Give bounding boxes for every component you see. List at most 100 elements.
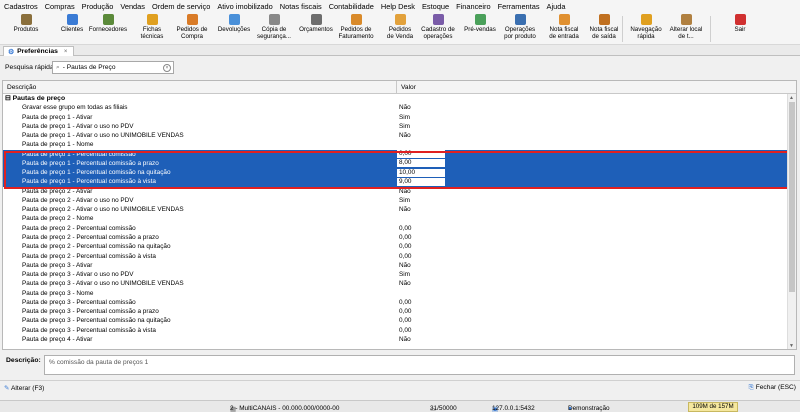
group-row[interactable]: ⊟ Pautas de preço <box>3 94 789 103</box>
table-row[interactable]: Pauta de preço 3 - Ativar Não <box>3 261 789 270</box>
row-value[interactable]: Não <box>399 279 411 288</box>
table-row[interactable]: Gravar esse grupo em todas as filiais Não <box>3 103 789 112</box>
column-header-value[interactable]: Valor <box>401 84 416 91</box>
toolbar-button-10[interactable]: Cadastro de operações <box>418 14 458 40</box>
toolbar-button-7[interactable]: Orçamentos <box>296 14 336 33</box>
table-row[interactable]: Pauta de preço 3 - Percentual comissão 0,… <box>3 298 789 307</box>
box-icon <box>20 14 32 25</box>
toolbar-button-9[interactable]: Pedidos de Venda <box>380 14 420 40</box>
toolbar-button-13[interactable]: Nota fiscal de entrada <box>544 14 584 40</box>
toolbar-button-6[interactable]: Cópia de segurança... <box>254 14 294 40</box>
toolbar-button-11[interactable]: Pré-vendas <box>460 14 500 33</box>
toolbar-button-3[interactable]: Fichas técnicas <box>132 14 172 40</box>
table-row[interactable]: Pauta de preço 1 - Percentual comissão 0,… <box>3 149 789 159</box>
table-row[interactable]: Pauta de preço 3 - Ativar o uso no PDV Si… <box>3 270 789 279</box>
row-value[interactable]: 0,00 <box>399 298 411 307</box>
table-row[interactable]: Pauta de preço 1 - Percentual comissão n… <box>3 168 789 178</box>
row-value[interactable]: Sim <box>399 196 410 205</box>
invoice-icon <box>350 14 362 25</box>
table-row[interactable]: Pauta de preço 2 - Percentual comissão 0,… <box>3 224 789 233</box>
table-row[interactable]: Pauta de preço 1 - Ativar o uso no UNIMO… <box>3 131 789 140</box>
table-row[interactable]: Pauta de preço 1 - Ativar Sim <box>3 113 789 122</box>
row-value[interactable]: Não <box>399 131 411 140</box>
quick-search-input[interactable]: ⌕ - Pautas de Preço × <box>52 61 174 74</box>
table-row[interactable]: Pauta de preço 2 - Ativar o uso no PDV Si… <box>3 196 789 205</box>
row-value[interactable]: 0,00 <box>397 150 445 159</box>
table-row[interactable]: Pauta de preço 3 - Ativar o uso no UNIMO… <box>3 279 789 288</box>
menu-item-3[interactable]: Vendas <box>120 2 145 11</box>
toolbar-button-14[interactable]: Nota fiscal de saída <box>584 14 624 40</box>
row-value[interactable]: 8,00 <box>397 159 445 168</box>
row-description: Pauta de preço 1 - Percentual comissão n… <box>22 169 171 177</box>
menu-item-1[interactable]: Compras <box>45 2 75 11</box>
table-row[interactable]: Pauta de preço 2 - Nome <box>3 214 789 223</box>
menu-item-12[interactable]: Ajuda <box>547 2 566 11</box>
row-value[interactable]: Sim <box>399 113 410 122</box>
menu-item-5[interactable]: Ativo imobilizado <box>217 2 272 11</box>
scroll-up-icon[interactable]: ▲ <box>789 95 794 101</box>
toolbar-button-1[interactable]: Clientes <box>52 14 92 33</box>
toolbar-button-2[interactable]: Fornecedores <box>88 14 128 33</box>
toolbar-button-0[interactable]: Produtos <box>6 14 46 33</box>
row-value[interactable]: Não <box>399 335 411 344</box>
table-row[interactable]: Pauta de preço 1 - Ativar o uso no PDV Si… <box>3 122 789 131</box>
table-row[interactable]: Pauta de preço 3 - Nome <box>3 289 789 298</box>
menu-item-7[interactable]: Contabilidade <box>329 2 374 11</box>
row-value[interactable]: Sim <box>399 122 410 131</box>
table-row[interactable]: Pauta de preço 3 - Percentual comissão n… <box>3 316 789 325</box>
close-tab-icon[interactable]: × <box>64 49 68 55</box>
row-value[interactable]: 10,00 <box>397 168 445 177</box>
column-header-description[interactable]: Descrição <box>7 84 36 91</box>
toolbar-button-16[interactable]: Alterar local de t... <box>666 14 706 40</box>
toolbar-button-17[interactable]: Sair <box>720 14 760 33</box>
close-button[interactable]: ⎘ Fechar (ESC) <box>749 384 796 392</box>
row-value[interactable]: 0,00 <box>399 242 411 251</box>
table-row[interactable]: Pauta de preço 2 - Ativar Não <box>3 187 789 196</box>
row-value[interactable]: 0,00 <box>399 316 411 325</box>
column-divider[interactable] <box>396 81 397 94</box>
scrollbar-thumb[interactable] <box>789 102 795 292</box>
toolbar-button-12[interactable]: Operações por produto <box>500 14 540 40</box>
row-value[interactable]: 0,00 <box>399 307 411 316</box>
row-value[interactable]: 0,00 <box>399 326 411 335</box>
tab-preferencias[interactable]: ⚙ Preferências × <box>3 46 75 56</box>
table-row[interactable]: Pauta de preço 2 - Percentual comissão n… <box>3 242 789 251</box>
table-row[interactable]: Pauta de preço 2 - Percentual comissão à… <box>3 252 789 261</box>
row-value[interactable]: 9,00 <box>397 177 445 186</box>
toolbar-button-8[interactable]: Pedidos de Faturamento <box>336 14 376 40</box>
document-icon <box>146 14 158 25</box>
alter-button[interactable]: ✎ Alterar (F3) <box>4 384 44 392</box>
table-row[interactable]: Pauta de preço 4 - Ativar Não <box>3 335 789 344</box>
row-value[interactable]: Não <box>399 187 411 196</box>
menu-item-4[interactable]: Ordem de serviço <box>152 2 210 11</box>
menu-item-0[interactable]: Cadastros <box>4 2 38 11</box>
scroll-down-icon[interactable]: ▼ <box>789 343 794 349</box>
menu-item-2[interactable]: Produção <box>82 2 114 11</box>
table-row[interactable]: Pauta de preço 1 - Percentual comissão a… <box>3 158 789 169</box>
gear-icon: ⚙ <box>8 48 15 56</box>
table-row[interactable]: Pauta de preço 1 - Nome <box>3 140 789 149</box>
menu-item-11[interactable]: Ferramentas <box>498 2 540 11</box>
toolbar-button-5[interactable]: Devoluções <box>214 14 254 33</box>
row-value[interactable]: 0,00 <box>399 252 411 261</box>
row-value[interactable]: Não <box>399 261 411 270</box>
menu-item-6[interactable]: Notas fiscais <box>280 2 322 11</box>
toolbar-separator <box>622 16 623 42</box>
menu-item-10[interactable]: Financeiro <box>456 2 491 11</box>
table-row[interactable]: Pauta de preço 2 - Percentual comissão a… <box>3 233 789 242</box>
row-value[interactable]: 0,00 <box>399 224 411 233</box>
table-row[interactable]: Pauta de preço 1 - Percentual comissão à… <box>3 177 789 187</box>
clear-search-icon[interactable]: × <box>163 64 171 72</box>
vertical-scrollbar[interactable]: ▲ ▼ <box>787 94 796 349</box>
toolbar-button-15[interactable]: Navegação rápida <box>626 14 666 40</box>
table-row[interactable]: Pauta de preço 3 - Percentual comissão à… <box>3 326 789 335</box>
row-value[interactable]: 0,00 <box>399 233 411 242</box>
row-value[interactable]: Sim <box>399 270 410 279</box>
menu-item-8[interactable]: Help Desk <box>381 2 415 11</box>
row-value[interactable]: Não <box>399 205 411 214</box>
menu-item-9[interactable]: Estoque <box>422 2 449 11</box>
row-value[interactable]: Não <box>399 103 411 112</box>
toolbar-button-4[interactable]: Pedidos de Compra <box>172 14 212 40</box>
table-row[interactable]: Pauta de preço 2 - Ativar o uso no UNIMO… <box>3 205 789 214</box>
table-row[interactable]: Pauta de preço 3 - Percentual comissão a… <box>3 307 789 316</box>
